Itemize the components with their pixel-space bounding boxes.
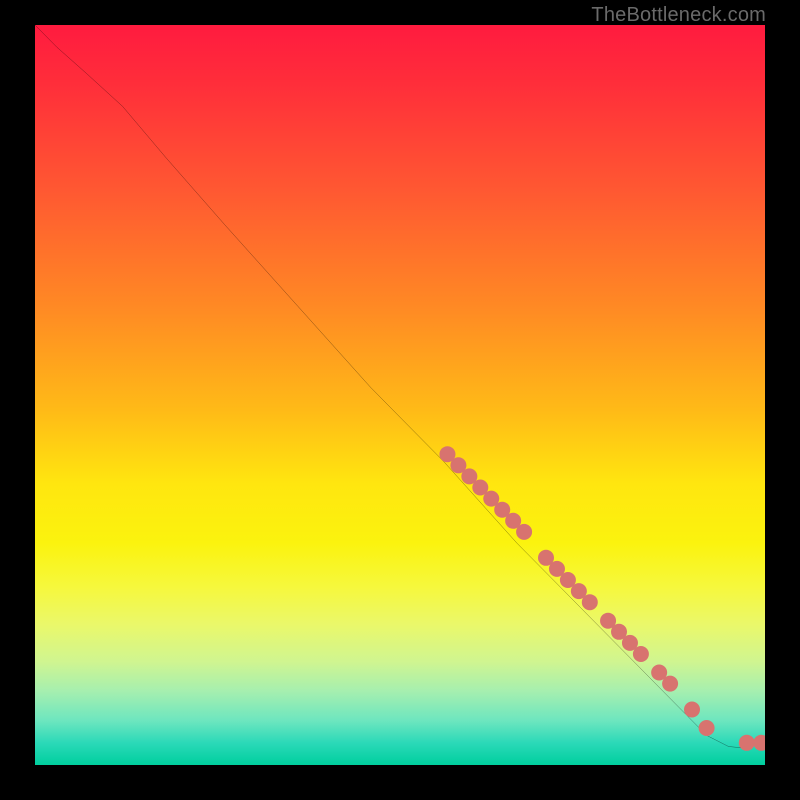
chart-markers-group [439,446,765,751]
chart-curve-svg [35,25,765,765]
chart-marker [560,572,576,588]
chart-curve-path [35,25,765,748]
attribution-label: TheBottleneck.com [591,4,766,27]
chart-plot-area [35,25,765,765]
chart-marker [505,513,521,529]
chart-marker [516,524,532,540]
chart-marker [494,502,510,518]
chart-marker [739,735,755,751]
chart-marker [571,583,587,599]
chart-marker [538,550,554,566]
chart-frame: TheBottleneck.com [0,0,800,800]
chart-marker [699,720,715,736]
chart-marker [600,613,616,629]
chart-marker [684,702,700,718]
chart-marker [633,646,649,662]
chart-marker [461,468,477,484]
chart-marker [472,480,488,496]
chart-marker [651,665,667,681]
chart-marker [549,561,565,577]
chart-marker [483,491,499,507]
chart-marker [611,624,627,640]
chart-marker [622,635,638,651]
chart-marker [753,735,765,751]
chart-marker [582,594,598,610]
chart-marker [439,446,455,462]
chart-marker [450,457,466,473]
chart-marker [662,676,678,692]
